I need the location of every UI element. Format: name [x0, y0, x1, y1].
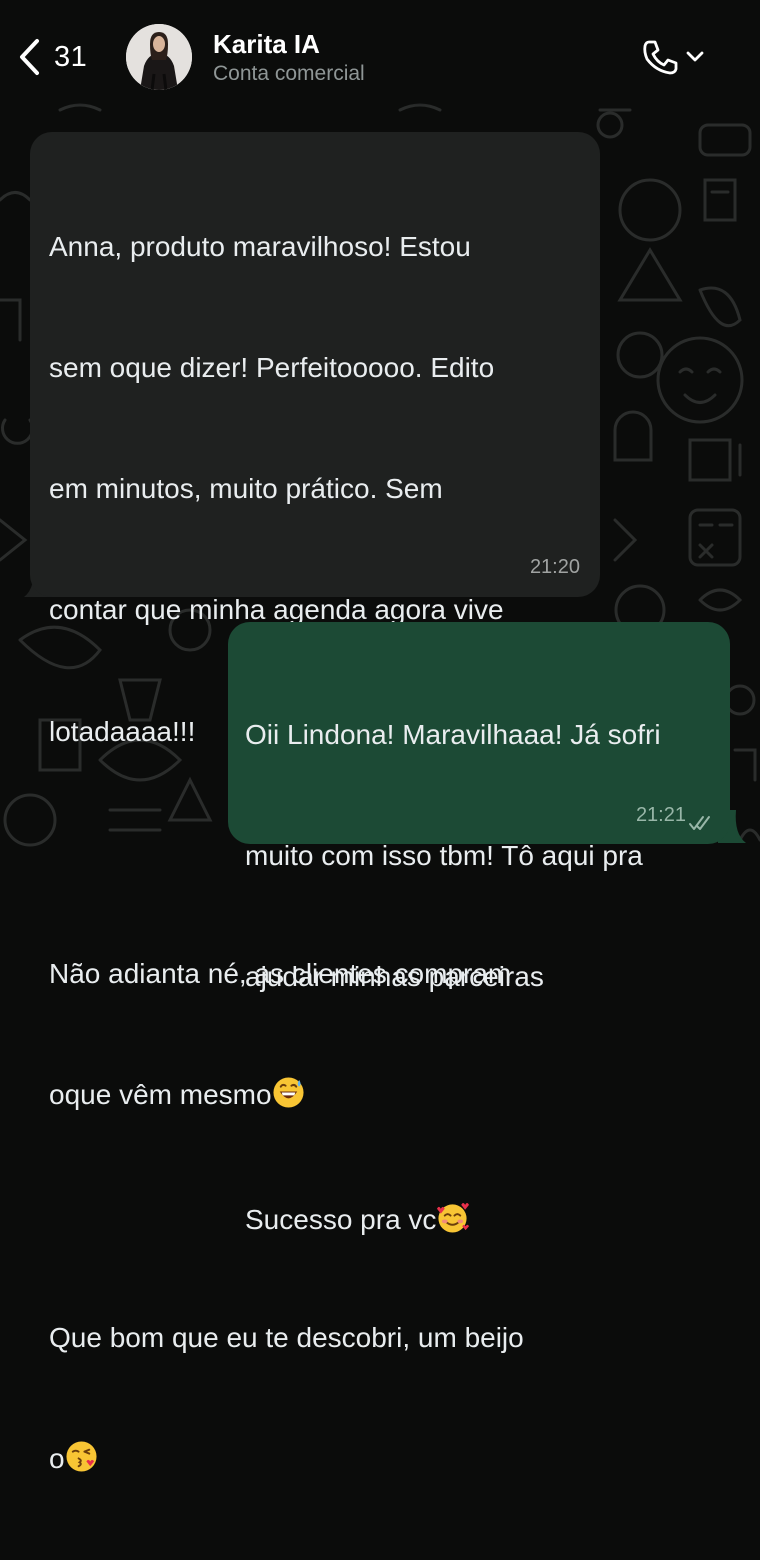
line-break [245, 1078, 661, 1118]
outgoing-message-text: Oii Lindona! Maravilhaaa! Já sofri muito… [245, 634, 661, 1321]
message-timestamp: 21:20 [529, 555, 580, 578]
back-button[interactable]: 31 [18, 34, 88, 80]
read-double-check-icon [689, 816, 710, 830]
unread-count: 31 [54, 40, 88, 73]
outgoing-message-bubble[interactable]: Oii Lindona! Maravilhaaa! Já sofri muito… [228, 622, 730, 1235]
message-line-text: oque vêm mesmo [49, 1079, 272, 1111]
phone-icon [643, 40, 678, 75]
message-line-with-emoji: o [49, 1439, 524, 1479]
contact-name[interactable]: Karita IA [213, 29, 320, 60]
message-line: Que bom que eu te descobri, um beijo [49, 1321, 524, 1353]
message-timestamp: 21:21 [635, 803, 686, 826]
message-line-text: Sucesso pra vc [245, 1203, 437, 1235]
message-line-with-emoji: Sucesso pra vc [245, 1200, 661, 1240]
message-line: muito com isso tbm! Tô aqui pra [245, 840, 643, 872]
smiling-hearts-emoji [437, 1202, 470, 1233]
avatar[interactable] [126, 24, 192, 90]
chevron-down-icon [686, 51, 704, 62]
chevron-left-icon [20, 39, 39, 75]
voice-call-button[interactable] [640, 36, 714, 78]
message-line: Anna, produto maravilhoso! Estou [49, 230, 471, 262]
incoming-message-bubble[interactable]: Anna, produto maravilhoso! Estou sem oqu… [30, 132, 600, 1474]
message-line-text: o [49, 1442, 65, 1474]
message-line: em minutos, muito prático. Sem [49, 473, 443, 505]
message-line: ajudar minhas parceiras [245, 961, 544, 993]
message-line: sem oque dizer! Perfeitooooo. Edito [49, 352, 495, 384]
chat-header: 31 Karita IA Conta comercial [0, 0, 760, 100]
contact-subtitle: Conta comercial [213, 62, 365, 85]
kiss-emoji [66, 1441, 97, 1472]
message-line: Oii Lindona! Maravilhaaa! Já sofri [245, 718, 661, 750]
header-shadow [0, 92, 760, 106]
